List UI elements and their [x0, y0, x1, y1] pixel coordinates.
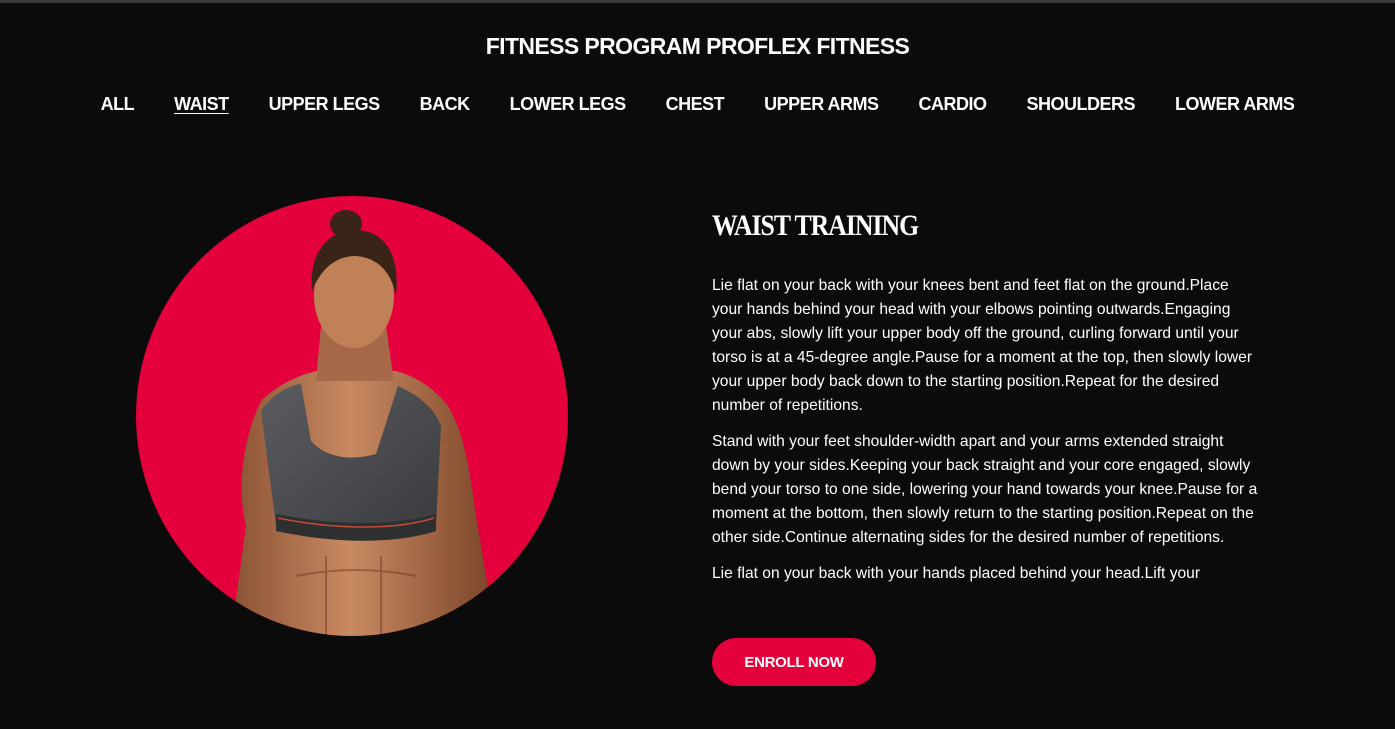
- category-nav: ALL WAIST UPPER LEGS BACK LOWER LEGS CHE…: [0, 91, 1395, 117]
- description-paragraph-2: Stand with your feet shoulder-width apar…: [712, 433, 1258, 546]
- program-image: [136, 196, 568, 636]
- description-paragraph-3: Lie flat on your back with your hands pl…: [712, 565, 1201, 582]
- nav-item-shoulders[interactable]: SHOULDERS: [1007, 91, 1156, 117]
- page-title: FITNESS PROGRAM PROFLEX FITNESS: [485, 33, 910, 59]
- nav-item-upper-arms[interactable]: UPPER ARMS: [744, 91, 898, 117]
- nav-item-all[interactable]: ALL: [81, 91, 155, 117]
- nav-item-back[interactable]: BACK: [400, 91, 490, 117]
- nav-item-chest[interactable]: CHEST: [646, 91, 745, 117]
- window-top-border: [0, 0, 1395, 3]
- nav-item-upper-legs[interactable]: UPPER LEGS: [249, 91, 400, 117]
- athlete-illustration: [231, 210, 496, 636]
- program-title: WAIST TRAINING: [712, 209, 919, 242]
- nav-item-cardio[interactable]: CARDIO: [899, 91, 1007, 117]
- description-paragraph-1: Lie flat on your back with your knees be…: [712, 277, 1253, 414]
- nav-item-lower-legs[interactable]: LOWER LEGS: [490, 91, 646, 117]
- program-details: WAIST TRAINING Lie flat on your back wit…: [712, 206, 1272, 614]
- nav-item-lower-arms[interactable]: LOWER ARMS: [1155, 91, 1314, 117]
- enroll-now-button[interactable]: ENROLL NOW: [712, 638, 876, 686]
- nav-item-waist[interactable]: WAIST: [154, 91, 249, 117]
- program-description: Lie flat on your back with your knees be…: [712, 274, 1262, 614]
